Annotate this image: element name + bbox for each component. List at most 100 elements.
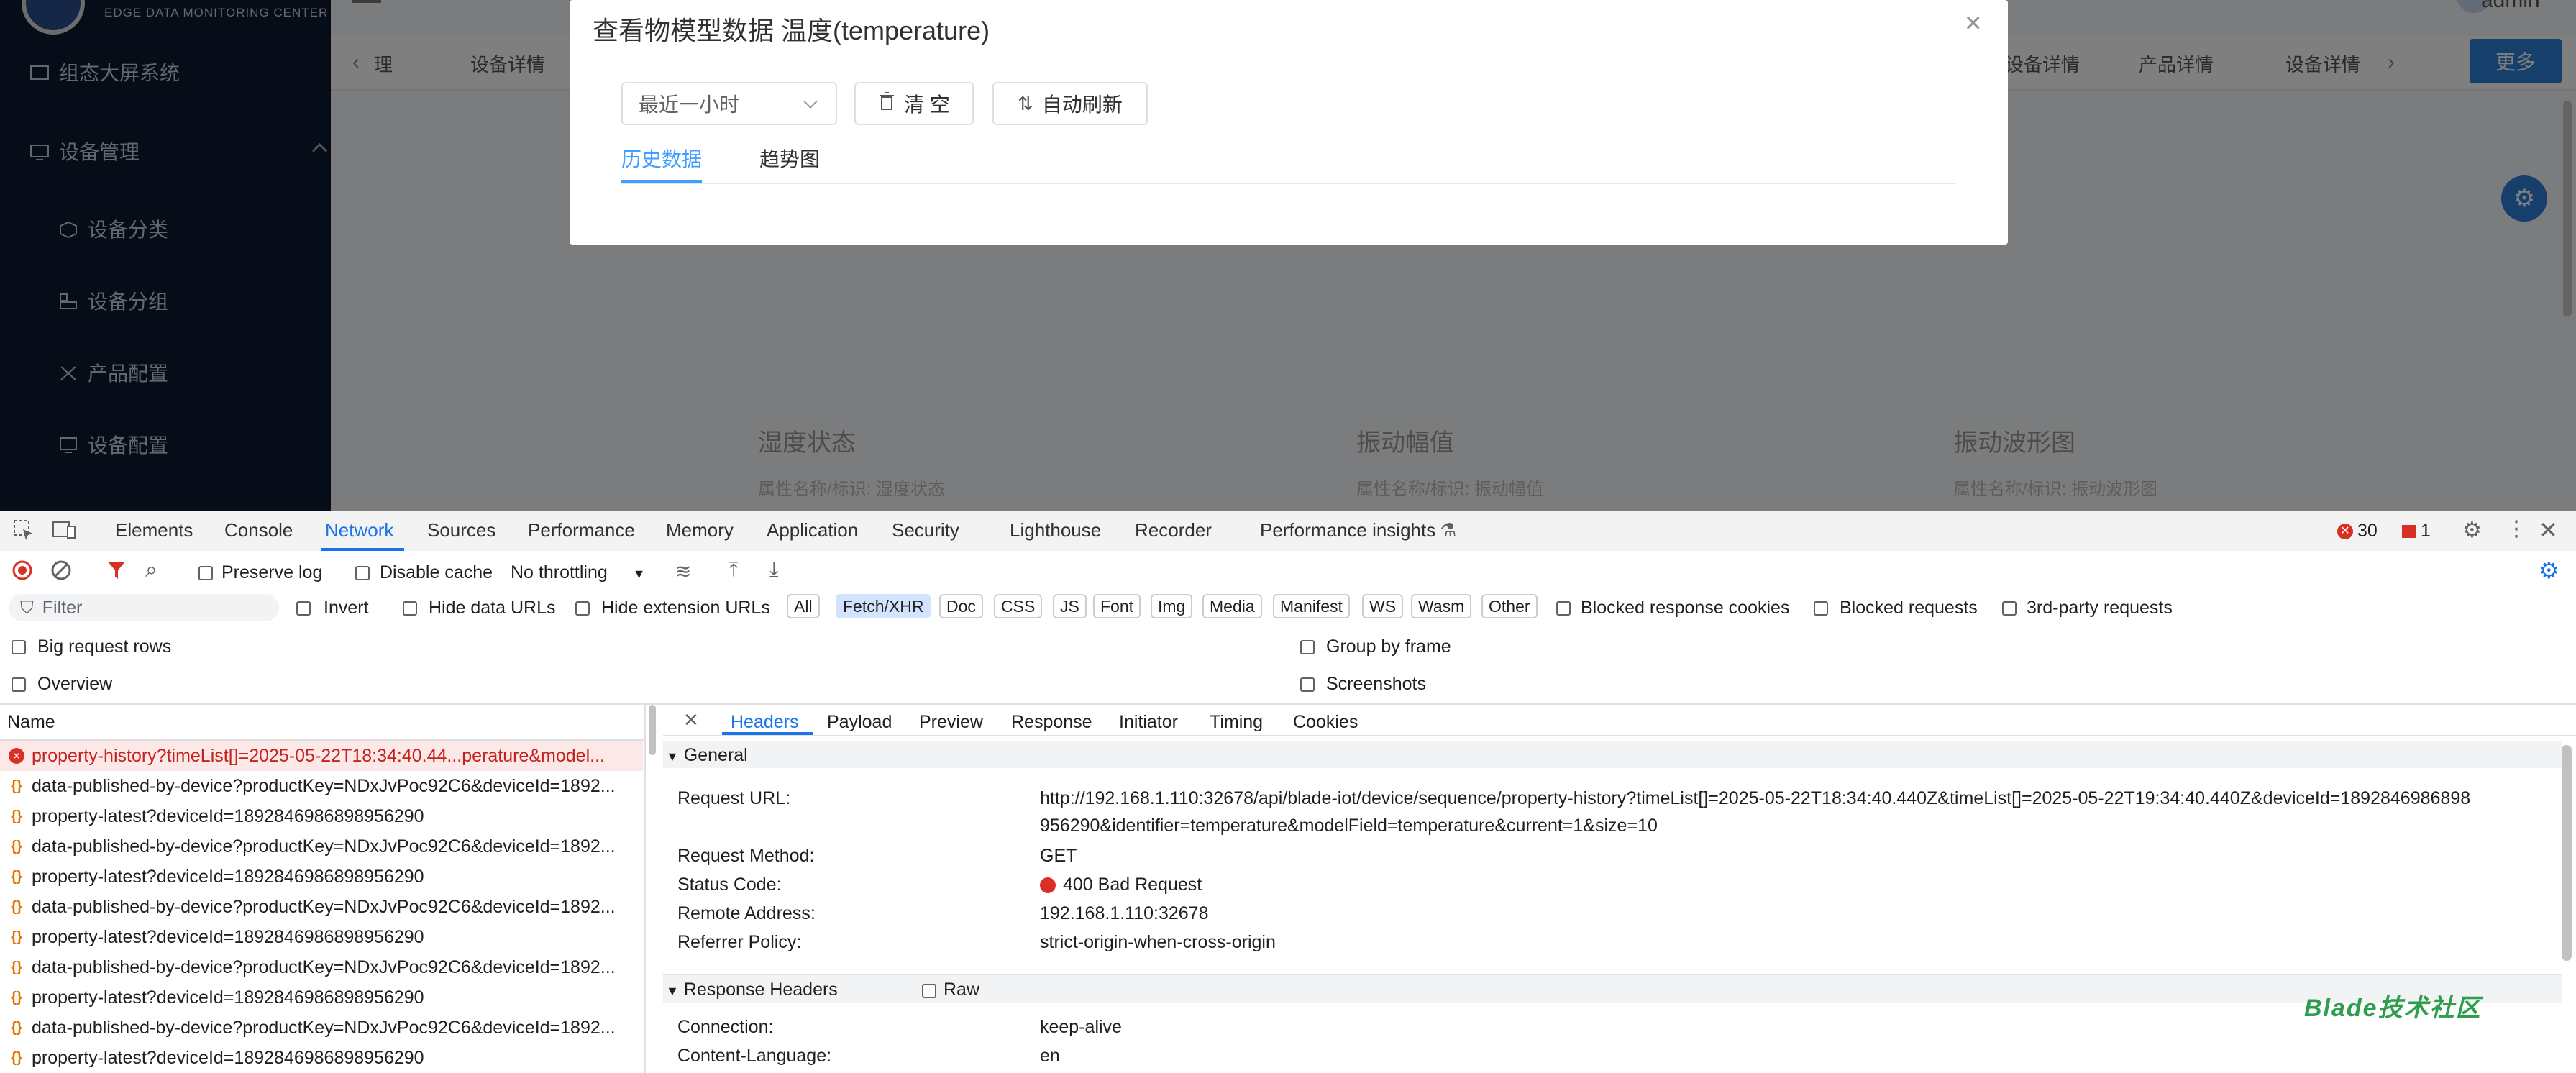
name-column-header[interactable]: Name bbox=[7, 712, 55, 733]
request-name: data-published-by-device?productKey=NDxJ… bbox=[32, 775, 616, 796]
overview-checkbox[interactable] bbox=[12, 677, 26, 692]
devtools-tab-security[interactable]: Security bbox=[892, 519, 959, 542]
devtools-tab-console[interactable]: Console bbox=[224, 519, 293, 542]
type-filter-media[interactable]: Media bbox=[1202, 594, 1262, 618]
close-detail-icon[interactable]: ✕ bbox=[683, 709, 699, 731]
throttling-select[interactable]: No throttling ▼ bbox=[511, 562, 646, 583]
clear-log-icon[interactable] bbox=[50, 560, 72, 586]
request-row[interactable]: {} data-published-by-device?productKey=ND… bbox=[0, 952, 643, 982]
record-stop-icon[interactable] bbox=[12, 560, 33, 586]
filter-funnel-icon[interactable] bbox=[106, 560, 127, 586]
flask-icon: ⚗ bbox=[1440, 519, 1457, 541]
type-filter-ws[interactable]: WS bbox=[1362, 594, 1404, 618]
close-devtools-icon[interactable]: ✕ bbox=[2539, 516, 2558, 544]
xhr-icon: {} bbox=[11, 898, 22, 915]
issue-counter[interactable]: 1 bbox=[2402, 521, 2431, 542]
detail-tab-timing[interactable]: Timing bbox=[1210, 712, 1263, 733]
content-language-key: Content-Language: bbox=[677, 1046, 832, 1066]
screenshots-checkbox[interactable] bbox=[1300, 677, 1315, 692]
tab-history-data[interactable]: 历史数据 bbox=[621, 144, 702, 173]
detail-tab-payload[interactable]: Payload bbox=[827, 712, 892, 733]
network-settings-gear-icon[interactable]: ⚙ bbox=[2539, 557, 2559, 584]
third-party-requests-checkbox[interactable] bbox=[2002, 601, 2017, 616]
preserve-log-label: Preserve log bbox=[221, 562, 323, 583]
clear-button[interactable]: 清 空 bbox=[854, 82, 974, 125]
type-filter-other[interactable]: Other bbox=[1481, 594, 1538, 618]
search-icon[interactable]: ⌕ bbox=[145, 558, 157, 583]
request-row[interactable]: {} property-latest?deviceId=1892846986898… bbox=[0, 1043, 643, 1073]
inspect-element-icon[interactable] bbox=[13, 519, 35, 546]
devtools-tab-memory[interactable]: Memory bbox=[666, 519, 734, 542]
request-row[interactable]: {} data-published-by-device?productKey=ND… bbox=[0, 892, 643, 922]
hide-data-urls-checkbox[interactable] bbox=[403, 601, 417, 616]
detail-tab-headers[interactable]: Headers bbox=[731, 712, 799, 733]
devtools-tab-performance-insights[interactable]: Performance insights bbox=[1260, 519, 1435, 542]
type-filter-js[interactable]: JS bbox=[1053, 594, 1087, 618]
disable-cache-checkbox[interactable] bbox=[355, 566, 370, 580]
close-icon[interactable]: × bbox=[1965, 7, 1981, 40]
devtools-tab-recorder[interactable]: Recorder bbox=[1135, 519, 1212, 542]
filter-input[interactable]: ⛉ Filter bbox=[9, 594, 279, 621]
xhr-icon: {} bbox=[11, 777, 22, 794]
response-headers-toggle[interactable]: ▼ Response Headers bbox=[666, 980, 838, 1000]
devtools-tab-elements[interactable]: Elements bbox=[115, 519, 193, 542]
auto-refresh-button[interactable]: ⇅ 自动刷新 bbox=[992, 82, 1148, 125]
type-filter-manifest[interactable]: Manifest bbox=[1273, 594, 1350, 618]
type-filter-doc[interactable]: Doc bbox=[939, 594, 983, 618]
remote-address-value: 192.168.1.110:32678 bbox=[1040, 903, 1209, 923]
invert-checkbox[interactable] bbox=[296, 601, 311, 616]
xhr-icon: {} bbox=[11, 808, 22, 824]
group-by-frame-checkbox[interactable] bbox=[1300, 640, 1315, 654]
request-row[interactable]: {} property-latest?deviceId=1892846986898… bbox=[0, 982, 643, 1013]
devtools-tab-network[interactable]: Network bbox=[325, 519, 393, 542]
more-vert-icon[interactable]: ⋮ bbox=[2506, 516, 2527, 542]
preserve-log-checkbox[interactable] bbox=[198, 566, 213, 580]
blocked-requests-checkbox[interactable] bbox=[1814, 601, 1828, 616]
clear-label: 清 空 bbox=[904, 93, 950, 116]
request-row[interactable]: {} property-latest?deviceId=1892846986898… bbox=[0, 801, 643, 831]
detail-tab-preview[interactable]: Preview bbox=[919, 712, 983, 733]
xhr-icon: {} bbox=[11, 989, 22, 1005]
type-filter-img[interactable]: Img bbox=[1151, 594, 1193, 618]
devtools-tab-lighthouse[interactable]: Lighthouse bbox=[1010, 519, 1101, 542]
hide-extension-urls-checkbox[interactable] bbox=[575, 601, 590, 616]
status-code-key: Status Code: bbox=[677, 875, 782, 895]
devtools-tab-performance[interactable]: Performance bbox=[528, 519, 635, 542]
request-list-scrollbar[interactable] bbox=[649, 705, 656, 755]
import-har-icon[interactable]: ⤒ bbox=[729, 558, 738, 582]
request-row[interactable]: {} property-latest?deviceId=1892846986898… bbox=[0, 922, 643, 952]
request-row[interactable]: {} property-latest?deviceId=1892846986898… bbox=[0, 862, 643, 892]
devtools-tab-sources[interactable]: Sources bbox=[427, 519, 495, 542]
general-section-toggle[interactable]: ▼ General bbox=[666, 745, 748, 766]
network-conditions-icon[interactable]: ≋ bbox=[675, 560, 691, 583]
devtools-tab-application[interactable]: Application bbox=[767, 519, 858, 542]
tab-trend-chart[interactable]: 趋势图 bbox=[759, 144, 820, 173]
detail-tab-response[interactable]: Response bbox=[1011, 712, 1092, 733]
request-row[interactable]: {} data-published-by-device?productKey=ND… bbox=[0, 831, 643, 862]
type-filter-wasm[interactable]: Wasm bbox=[1411, 594, 1472, 618]
export-har-icon[interactable]: ⤓ bbox=[769, 558, 778, 582]
general-section-header[interactable] bbox=[663, 741, 2562, 768]
gear-icon[interactable]: ⚙ bbox=[2462, 518, 2482, 543]
type-filter-css[interactable]: CSS bbox=[994, 594, 1043, 618]
blocked-response-cookies-checkbox[interactable] bbox=[1556, 601, 1571, 616]
detail-tab-cookies[interactable]: Cookies bbox=[1293, 712, 1358, 733]
detail-tab-initiator[interactable]: Initiator bbox=[1119, 712, 1178, 733]
detail-scrollbar[interactable] bbox=[2562, 745, 2572, 961]
request-name: property-latest?deviceId=189284698689895… bbox=[32, 1047, 424, 1068]
xhr-icon: {} bbox=[11, 838, 22, 854]
request-row[interactable]: {} data-published-by-device?productKey=ND… bbox=[0, 771, 643, 801]
big-request-rows-checkbox[interactable] bbox=[12, 640, 26, 654]
type-filter-fetch-xhr[interactable]: Fetch/XHR bbox=[836, 594, 931, 618]
type-filter-font[interactable]: Font bbox=[1093, 594, 1141, 618]
request-row[interactable]: ✕ property-history?timeList[]=2025-05-22T… bbox=[0, 741, 643, 771]
devtools-panel: Elements Console Network Sources Perform… bbox=[0, 511, 2576, 1073]
device-toolbar-icon[interactable] bbox=[52, 519, 76, 546]
request-name: data-published-by-device?productKey=NDxJ… bbox=[32, 836, 616, 857]
request-row[interactable]: {} data-published-by-device?productKey=ND… bbox=[0, 1013, 643, 1043]
time-range-select[interactable]: 最近一小时 bbox=[621, 82, 837, 125]
type-filter-all[interactable]: All bbox=[787, 594, 820, 618]
request-method-value: GET bbox=[1040, 846, 1077, 866]
raw-checkbox[interactable] bbox=[922, 984, 936, 998]
error-counter[interactable]: ✕ 30 bbox=[2337, 521, 2378, 542]
